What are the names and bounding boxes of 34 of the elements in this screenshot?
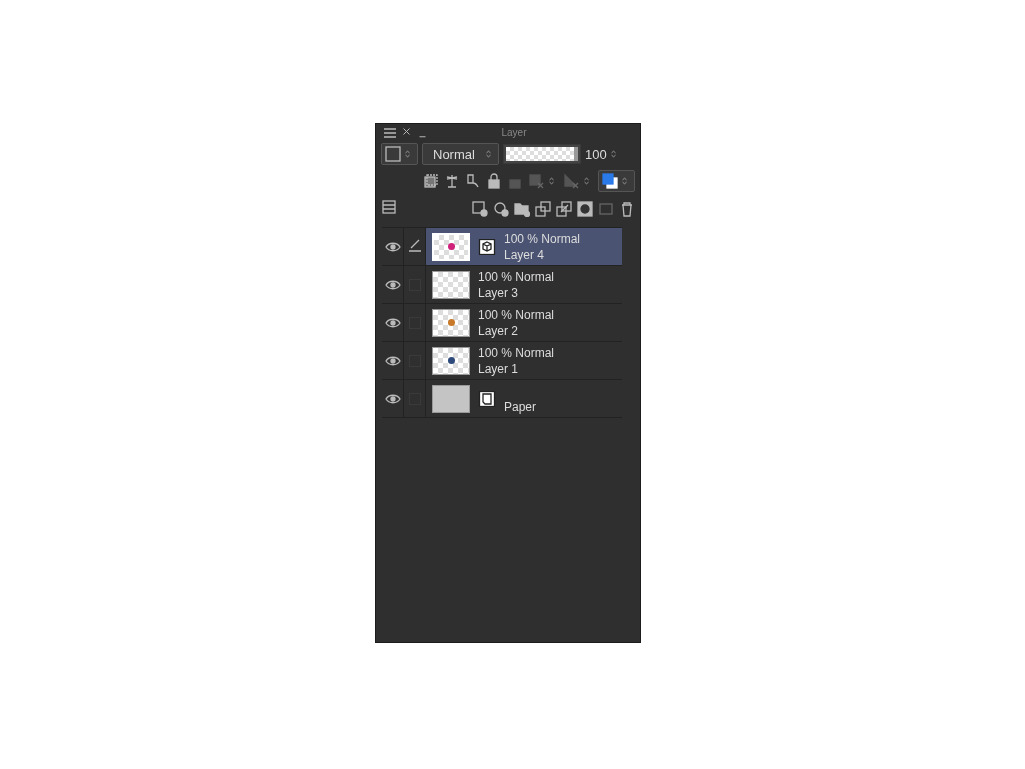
lock-icon[interactable] bbox=[486, 173, 502, 189]
square-icon[interactable] bbox=[385, 146, 401, 162]
layer-color-dropdown[interactable] bbox=[598, 170, 635, 192]
layer-row[interactable]: 100 % Normal Layer 3 bbox=[382, 266, 622, 304]
layer-thumbnail bbox=[432, 270, 470, 299]
clip-icon[interactable] bbox=[423, 173, 439, 189]
paper-icon[interactable] bbox=[478, 390, 496, 407]
new-folder-icon[interactable] bbox=[514, 201, 530, 217]
cube-icon[interactable] bbox=[478, 238, 496, 255]
layer-mode: 100 % Normal bbox=[504, 230, 581, 247]
opacity-value: 100 bbox=[585, 146, 607, 162]
new-vector-layer-icon[interactable] bbox=[493, 201, 509, 217]
layer-name: Layer 3 bbox=[478, 284, 520, 301]
trash-icon[interactable] bbox=[619, 201, 635, 217]
layer-row[interactable]: 100 % Normal Layer 1 bbox=[382, 342, 622, 380]
layer-name: Layer 4 bbox=[504, 246, 546, 263]
layer-name: Paper bbox=[504, 398, 537, 415]
layer-row[interactable]: Paper bbox=[382, 380, 622, 418]
blend-mode-dropdown[interactable]: Normal bbox=[422, 143, 499, 165]
color-swatch-icon[interactable] bbox=[602, 173, 618, 189]
new-layer-icon[interactable] bbox=[472, 201, 488, 217]
color-mode-dropdown[interactable] bbox=[381, 143, 418, 165]
layer-mode: 100 % Normal bbox=[478, 268, 555, 285]
window-title: Layer bbox=[500, 127, 528, 138]
mask-icon[interactable] bbox=[577, 201, 593, 217]
layer-mode: 100 % Normal bbox=[478, 344, 555, 361]
transfer-down-icon[interactable] bbox=[535, 201, 551, 217]
layer-name: Layer 1 bbox=[478, 360, 520, 377]
layer-list-icon[interactable] bbox=[381, 199, 397, 215]
layer-mode: 100 % Normal bbox=[478, 306, 555, 323]
layer-name: Layer 2 bbox=[478, 322, 520, 339]
merge-icon[interactable] bbox=[556, 201, 572, 217]
layer-row[interactable]: 100 % Normal Layer 2 bbox=[382, 304, 622, 342]
layer-thumbnail bbox=[432, 384, 470, 413]
